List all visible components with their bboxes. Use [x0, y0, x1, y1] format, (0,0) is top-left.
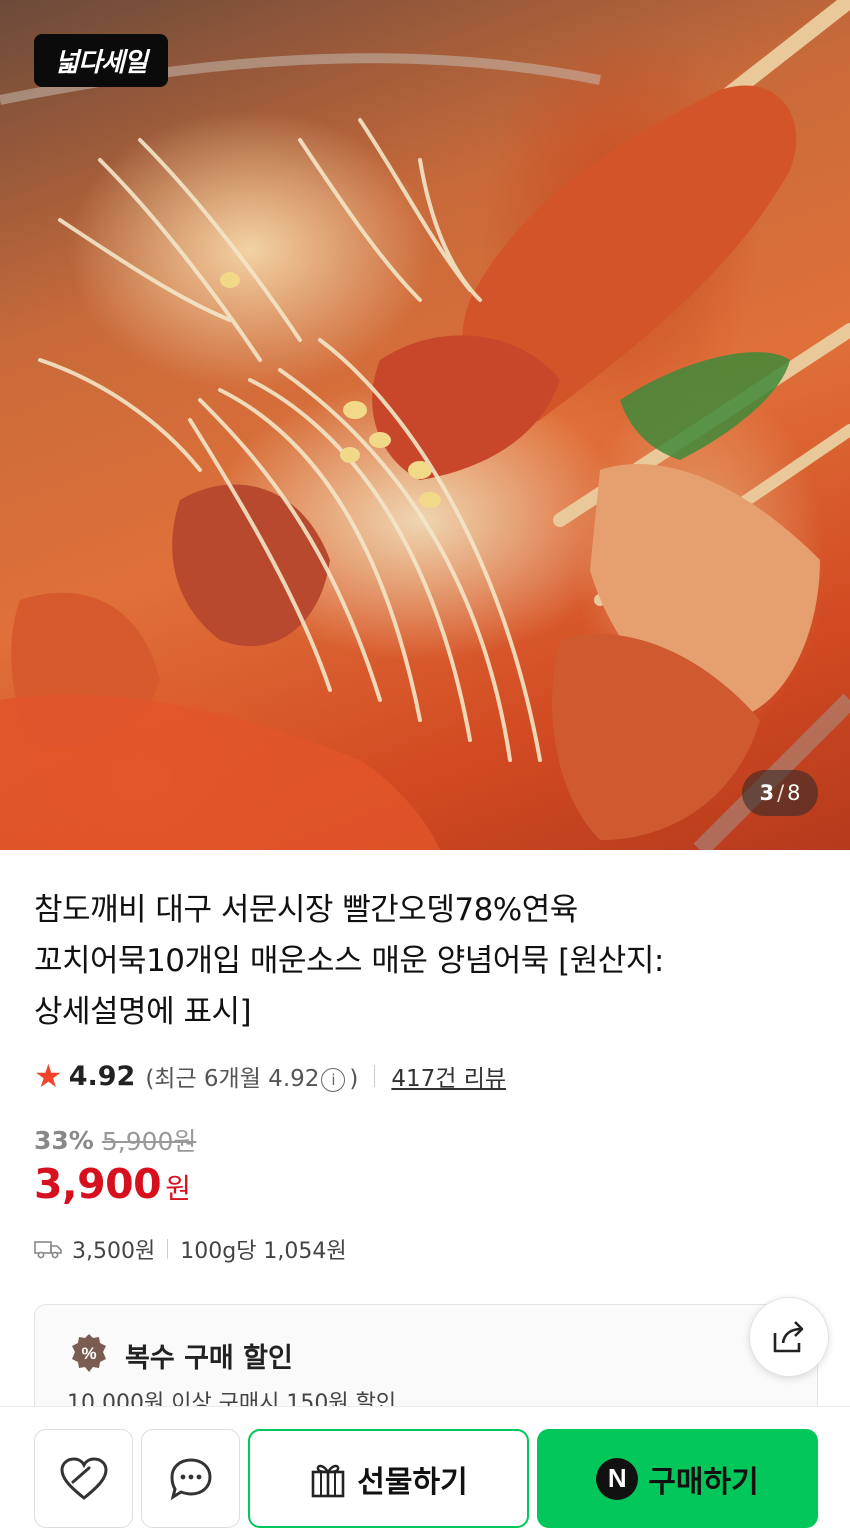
- divider: [374, 1065, 376, 1087]
- rating-row: ★ 4.92 (최근 6개월 4.92 i) 417건 리뷰: [34, 1058, 506, 1094]
- gift-icon: [311, 1464, 345, 1497]
- sale-price: 3,900: [34, 1160, 162, 1208]
- product-title-line: 꼬치어묵10개입 매운소스 매운 양념어묵 [원산지:: [34, 943, 664, 979]
- star-icon: ★: [34, 1057, 63, 1095]
- wishlist-button[interactable]: [34, 1429, 133, 1528]
- share-button[interactable]: [749, 1297, 829, 1377]
- original-price: 5,900원: [101, 1127, 197, 1156]
- truck-icon: [34, 1241, 62, 1259]
- shipping-row: 3,500원 100g당 1,054원: [34, 1234, 347, 1264]
- bottom-action-bar: 선물하기 N 구매하기: [0, 1406, 850, 1540]
- product-title-line: 상세설명에 표시]: [34, 994, 252, 1030]
- image-total: 8: [787, 781, 801, 805]
- discount-rate: 33%: [34, 1125, 94, 1155]
- recent-rating-close: ): [349, 1066, 359, 1092]
- sale-price-row: 3,900 원: [34, 1160, 191, 1208]
- gift-button[interactable]: 선물하기: [248, 1429, 529, 1528]
- review-count-link[interactable]: 417건 리뷰: [391, 1059, 506, 1093]
- heart-icon: [59, 1456, 108, 1500]
- divider: [167, 1239, 169, 1259]
- rating-score: 4.92: [68, 1060, 136, 1092]
- counter-slash: /: [777, 781, 785, 805]
- discount-badge-icon: %: [72, 1334, 106, 1372]
- product-title: 참도깨비 대구 서문시장 빨간오뎅78%연육 꼬치어묵10개입 매운소스 매운 …: [34, 885, 734, 1038]
- recent-rating: (최근 6개월 4.92 i): [145, 1059, 358, 1093]
- recent-rating-text: (최근 6개월 4.92: [145, 1066, 320, 1092]
- buy-button-label: 구매하기: [648, 1464, 759, 1500]
- discount-badge-symbol: %: [81, 1344, 96, 1363]
- gift-button-label: 선물하기: [357, 1464, 468, 1500]
- store-logo: 넓다세일: [34, 34, 168, 87]
- product-image[interactable]: 넓다세일 3 / 8: [0, 0, 850, 850]
- share-icon: [773, 1321, 804, 1353]
- currency-unit: 원: [165, 1172, 191, 1205]
- naver-pay-icon: N: [596, 1457, 639, 1500]
- buy-button[interactable]: N 구매하기: [537, 1429, 818, 1528]
- info-icon[interactable]: i: [321, 1067, 346, 1092]
- chat-bubble-icon: [169, 1457, 212, 1500]
- product-title-line: 참도깨비 대구 서문시장 빨간오뎅78%연육: [34, 892, 578, 928]
- shipping-fee: 3,500원: [72, 1239, 156, 1264]
- food-illustration: [0, 0, 850, 850]
- discount-row: 33% 5,900원: [34, 1122, 196, 1158]
- unit-price: 100g당 1,054원: [180, 1239, 347, 1264]
- chat-button[interactable]: [141, 1429, 240, 1528]
- promo-title: 복수 구매 할인: [125, 1343, 293, 1374]
- image-counter: 3 / 8: [742, 770, 818, 816]
- image-index: 3: [759, 781, 775, 805]
